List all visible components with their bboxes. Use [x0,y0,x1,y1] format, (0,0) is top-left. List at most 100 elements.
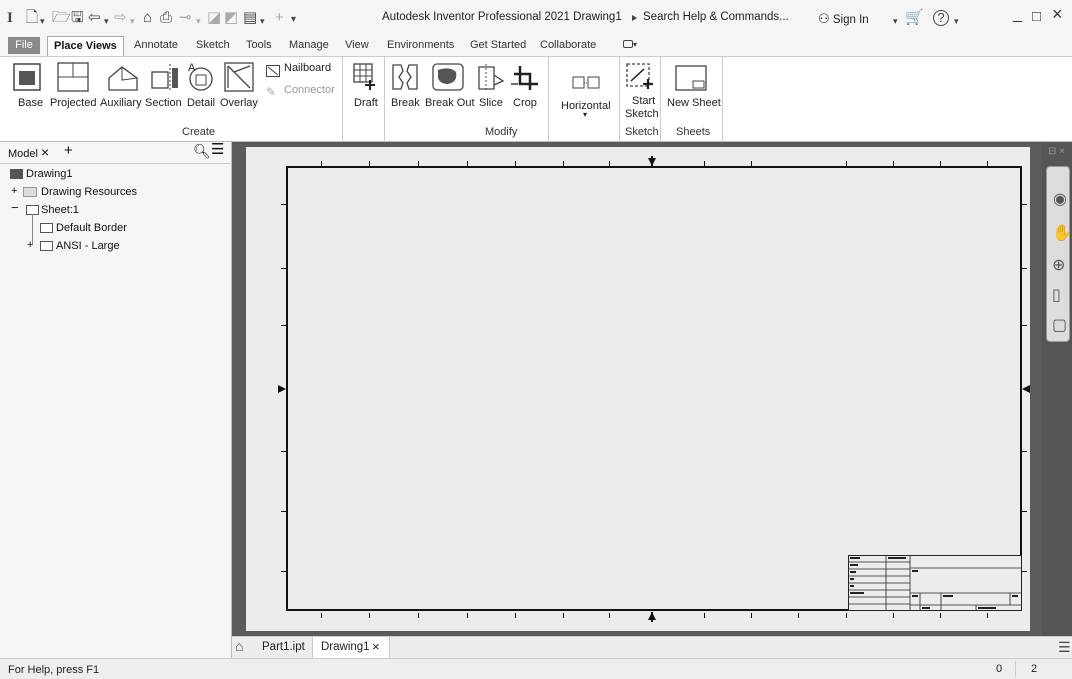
new-dropdown-icon[interactable]: ▾ [40,12,45,30]
start-sketch-label-1[interactable]: Start [632,95,655,107]
cart-icon[interactable]: 🛒 [905,9,924,27]
tree-item-drawing1[interactable]: Drawing1 [26,167,72,181]
minimize-button[interactable]: _ [1013,6,1022,24]
home-tab-icon[interactable]: ⌂ [235,638,243,654]
tab-manage[interactable]: Manage [289,39,329,51]
open-file-icon[interactable]: 🗁 [52,9,71,27]
tab-tools[interactable]: Tools [246,39,272,51]
help-icon[interactable]: ? [933,10,949,26]
detail-button[interactable]: Detail [187,97,215,109]
border-icon [40,223,53,233]
group-modify-label: Modify [485,126,518,138]
doc-tab-drawing1-label: Drawing1 [321,641,370,653]
auxiliary-view-icon [106,62,140,97]
crop-button[interactable]: Crop [513,97,537,109]
navigation-bar: ◉ ✋ ⊕ ▯ ▢ [1046,166,1072,342]
zoom-window-icon[interactable]: ▢ [1052,315,1067,335]
document-menu-icon[interactable]: ☰ [1058,639,1071,656]
tab-sketch[interactable]: Sketch [196,39,230,51]
section-view-icon [150,62,182,97]
undo-dropdown-icon[interactable]: ▾ [104,12,109,30]
full-navigation-wheel-icon[interactable]: ◉ [1053,189,1067,209]
start-sketch-label-2[interactable]: Sketch [625,108,659,120]
title-bar: I 🗋 ▾ 🗁 🖫 ⇦ ▾ ⇨ ▾ ⌂ ⎙ ⊸ ▾ ◪ ◩ ▤ ▾ + ▾ Au… [0,0,1072,36]
tab-collaborate[interactable]: Collaborate [540,39,596,51]
redo-icon[interactable]: ⇨ [114,9,127,27]
customize-quickaccess-icon[interactable]: ▾ [291,11,296,29]
sign-in-button[interactable]: ⚇ Sign In [818,11,869,27]
tree-item-drawing-resources[interactable]: Drawing Resources [41,185,137,199]
sign-in-dropdown-icon[interactable]: ▾ [893,12,898,30]
status-bar: For Help, press F1 0 2 [0,658,1072,679]
break-button[interactable]: Break [391,97,420,109]
draft-button[interactable]: Draft [354,97,378,109]
projected-button[interactable]: Projected [50,97,96,109]
tree-item-ansi-large[interactable]: ANSI - Large [56,239,120,253]
ribbon-display-toggle-icon[interactable]: ▾ [623,38,637,50]
expand-plus-icon[interactable]: + [11,184,17,198]
close-button[interactable]: × [1052,4,1063,25]
undo-icon[interactable]: ⇦ [88,9,101,27]
help-dropdown-icon[interactable]: ▾ [954,12,959,30]
crop-icon [510,62,542,97]
expand-plus-icon[interactable]: + [27,238,33,252]
tab-annotate[interactable]: Annotate [134,39,178,51]
title-block-icon [40,241,53,251]
measure-icon[interactable]: ⊸ [179,9,192,27]
slice-button[interactable]: Slice [479,97,503,109]
measure-dropdown-icon[interactable]: ▾ [196,12,201,30]
search-help-field[interactable]: Search Help & Commands... [627,7,789,29]
doc-tab-close-icon[interactable]: × [372,639,380,654]
doc-tab-part1[interactable]: Part1.ipt [262,641,305,653]
inventor-logo-icon[interactable]: I [7,9,13,27]
tab-view[interactable]: View [345,39,369,51]
nailboard-button[interactable]: Nailboard [284,62,331,74]
horizontal-dropdown-icon[interactable]: ▾ [583,110,587,119]
collapse-minus-icon[interactable]: − [11,201,19,215]
zoom-icon[interactable]: ⊕ [1052,255,1065,275]
ribbon-panel: Base Projected Auxiliary Section A Detai… [0,56,1072,143]
restore-button[interactable]: □ [1032,8,1041,25]
new-file-icon[interactable]: 🗋 [26,9,38,27]
viewcube-toggle-icon[interactable]: ⊟ × [1048,146,1065,157]
tab-get-started[interactable]: Get Started [470,39,526,51]
update-icon[interactable]: + [275,9,284,27]
base-button[interactable]: Base [18,97,43,109]
overlay-button[interactable]: Overlay [220,97,258,109]
status-help-text: For Help, press F1 [8,664,100,676]
home-icon[interactable]: ⌂ [143,9,152,27]
status-separator [1015,661,1016,677]
tab-environments[interactable]: Environments [387,39,454,51]
base-view-icon [13,63,41,96]
print-icon[interactable]: ⎙ [160,9,172,27]
zoom-all-icon[interactable]: ▯ [1052,285,1061,305]
parameters-icon[interactable]: ▤ [243,9,257,27]
tab-file[interactable]: File [8,37,40,54]
tree-item-sheet1[interactable]: Sheet:1 [41,203,79,217]
appearance-icon[interactable]: ◩ [224,9,238,27]
status-count-1: 0 [996,663,1003,675]
doc-tab-drawing1[interactable]: Drawing1 × [312,637,390,658]
browser-close-icon[interactable]: × [41,145,49,159]
parameters-dropdown-icon[interactable]: ▾ [260,12,265,30]
save-icon[interactable]: 🖫 [71,9,84,27]
ribbon-separator [722,57,723,143]
browser-search-icon[interactable]: 🔍︎ [193,144,211,158]
horizontal-align-icon [572,75,600,96]
section-button[interactable]: Section [145,97,182,109]
tab-place-views[interactable]: Place Views [47,36,124,56]
browser-title[interactable]: Model [8,147,38,161]
title-block[interactable] [848,555,1022,611]
material-icon[interactable]: ◪ [207,9,221,27]
pan-icon[interactable]: ✋ [1052,223,1072,243]
ribbon-tab-bar: File Place Views Annotate Sketch Tools M… [0,36,1072,56]
auxiliary-button[interactable]: Auxiliary [100,97,142,109]
tree-item-default-border[interactable]: Default Border [56,221,127,235]
center-mark-bottom-line [651,612,653,622]
browser-add-icon[interactable]: + [64,143,73,158]
break-out-button[interactable]: Break Out [425,97,475,109]
redo-dropdown-icon[interactable]: ▾ [130,12,135,30]
connector-button[interactable]: Connector [284,84,335,96]
new-sheet-button[interactable]: New Sheet [667,97,721,109]
browser-menu-icon[interactable]: ☰ [211,142,224,157]
